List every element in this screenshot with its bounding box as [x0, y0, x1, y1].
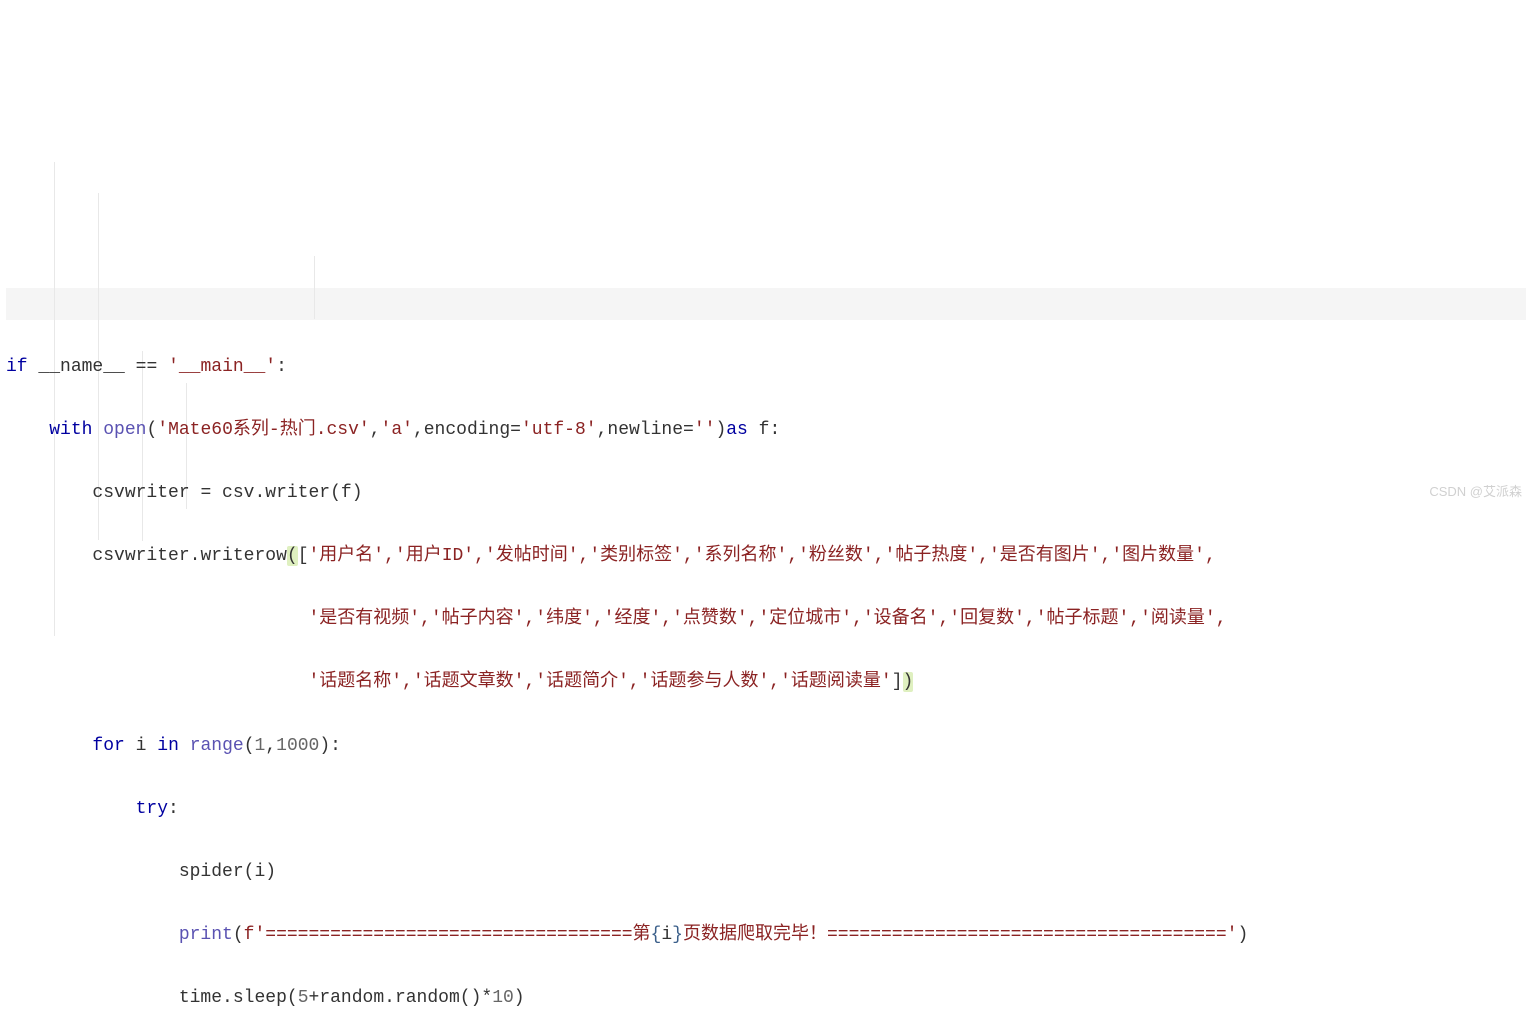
- code-line-10[interactable]: print(f'================================…: [6, 920, 1526, 952]
- code-line-5[interactable]: '是否有视频','帖子内容','纬度','经度','点赞数','定位城市','设…: [6, 604, 1526, 636]
- code-line-6[interactable]: '话题名称','话题文章数','话题简介','话题参与人数','话题阅读量']): [6, 667, 1526, 699]
- code-line-4[interactable]: csvwriter.writerow(['用户名','用户ID','发帖时间',…: [6, 541, 1526, 573]
- code-line-3[interactable]: csvwriter = csv.writer(f): [6, 478, 1526, 510]
- code-line-7[interactable]: for i in range(1,1000):: [6, 731, 1526, 763]
- code-line-2[interactable]: with open('Mate60系列-热门.csv','a',encoding…: [6, 415, 1526, 447]
- code-line-8[interactable]: try:: [6, 794, 1526, 826]
- code-editor[interactable]: if __name__ == '__main__': with open('Ma…: [6, 130, 1526, 1028]
- watermark: CSDN @艾派森: [1429, 476, 1522, 508]
- code-line-1[interactable]: if __name__ == '__main__':: [6, 352, 1526, 384]
- code-line-11[interactable]: time.sleep(5+random.random()*10): [6, 983, 1526, 1015]
- code-line-9[interactable]: spider(i): [6, 857, 1526, 889]
